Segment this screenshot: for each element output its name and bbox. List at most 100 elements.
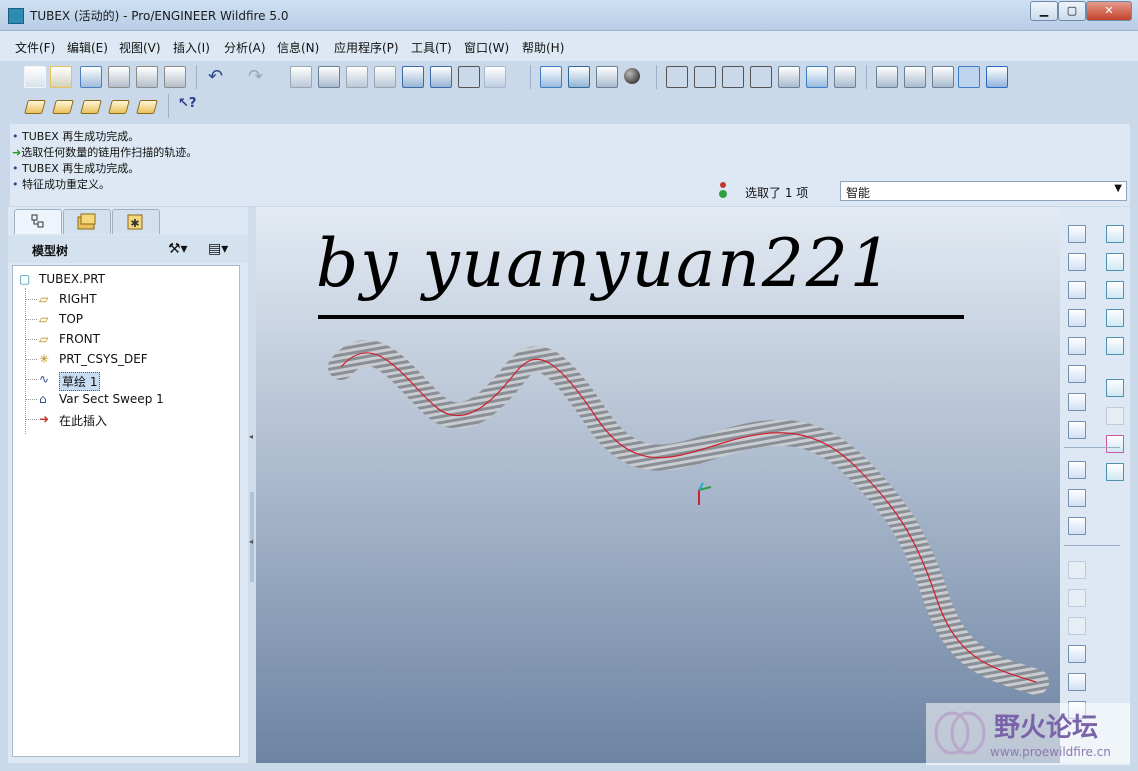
hidden-line-icon[interactable]	[904, 66, 926, 88]
csys-toggle-icon[interactable]	[108, 100, 130, 114]
wireframe-icon[interactable]	[876, 66, 898, 88]
shaded-icon[interactable]	[958, 66, 980, 88]
undo-icon[interactable]: ↶	[208, 66, 228, 87]
tab-model-tree[interactable]	[14, 209, 62, 234]
orient-icon[interactable]	[596, 66, 618, 88]
show-menu-icon[interactable]: ▤▾	[208, 241, 228, 257]
zoom-out-icon[interactable]	[694, 66, 716, 88]
round-icon[interactable]	[1068, 645, 1086, 663]
tree-item[interactable]: ∿ 草绘 1	[13, 370, 233, 391]
chamfer-icon[interactable]	[1068, 673, 1086, 691]
tree-item[interactable]: ⌂ Var Sect Sweep 1	[13, 390, 233, 408]
hole-disabled-icon[interactable]	[1068, 617, 1086, 635]
menu-tools[interactable]: 工具(T)	[411, 39, 452, 56]
reorient-icon[interactable]	[750, 66, 772, 88]
menu-view[interactable]: 视图(V)	[119, 39, 161, 56]
panel-splitter[interactable]: ◂ ◂	[248, 207, 256, 763]
save-icon[interactable]	[80, 66, 102, 88]
open-icon[interactable]	[50, 66, 72, 88]
menu-info[interactable]: 信息(N)	[277, 39, 319, 56]
quick-print-icon[interactable]	[164, 66, 186, 88]
find-icon[interactable]	[458, 66, 480, 88]
tree-item[interactable]: ✳ PRT_CSYS_DEF	[13, 350, 233, 368]
csys-tool-icon[interactable]	[1068, 365, 1086, 383]
datum-point-tool-icon[interactable]	[1068, 337, 1086, 355]
copy-feature-icon[interactable]	[1068, 489, 1086, 507]
menu-help[interactable]: 帮助(H)	[522, 39, 564, 56]
tab-folder-browser[interactable]	[63, 209, 111, 234]
enhanced-realism-icon[interactable]	[986, 66, 1008, 88]
menu-analysis[interactable]: 分析(A)	[224, 39, 266, 56]
repaint-icon[interactable]	[540, 66, 562, 88]
merge-disabled-icon[interactable]	[1106, 407, 1124, 425]
tree-item[interactable]: ▢ TUBEX.PRT	[13, 270, 233, 288]
datum-point-toggle-icon[interactable]	[80, 100, 102, 114]
minimize-button[interactable]: ▁	[1030, 1, 1058, 21]
refit-icon[interactable]	[722, 66, 744, 88]
regenerate-icon[interactable]	[402, 66, 424, 88]
layers-icon[interactable]	[806, 66, 828, 88]
graphics-viewport[interactable]: by yuanyuan221	[256, 207, 1060, 763]
saved-views-icon[interactable]	[778, 66, 800, 88]
paste-special-icon[interactable]	[374, 66, 396, 88]
tree-item[interactable]: ▱ RIGHT	[13, 290, 233, 308]
close-button[interactable]: ✕	[1086, 1, 1132, 21]
context-help-icon[interactable]: ↖?	[178, 96, 198, 116]
menu-insert[interactable]: 插入(I)	[173, 39, 210, 56]
pattern-disabled-icon[interactable]	[1068, 561, 1086, 579]
menu-file[interactable]: 文件(F)	[15, 39, 55, 56]
mirror-icon[interactable]	[1106, 379, 1124, 397]
redo-icon[interactable]: ↷	[248, 66, 268, 87]
watermark-url: www.proewildfire.cn	[990, 745, 1111, 759]
blend-icon[interactable]	[1106, 309, 1124, 327]
tree-connector	[25, 419, 37, 420]
select-box-icon[interactable]	[484, 66, 506, 88]
datum-plane-toggle-icon[interactable]	[24, 100, 46, 114]
trim-icon[interactable]	[1106, 435, 1124, 453]
pattern-table-icon[interactable]	[1106, 463, 1124, 481]
cut-icon[interactable]	[290, 66, 312, 88]
sweep-tool-icon[interactable]	[1106, 281, 1124, 299]
csys-triad-icon	[698, 482, 712, 505]
sketch-tool-icon[interactable]	[1068, 225, 1086, 243]
tree-item[interactable]: ➜ 在此插入	[13, 410, 233, 428]
datum-axis-tool-icon[interactable]	[1068, 281, 1086, 299]
analysis-tool-icon[interactable]	[1068, 393, 1086, 411]
watermark-title: 野火论坛	[994, 713, 1099, 743]
extrude-icon[interactable]	[1106, 225, 1124, 243]
shading-icon[interactable]	[624, 68, 640, 84]
tree-item[interactable]: ▱ TOP	[13, 310, 233, 328]
tube-body[interactable]	[328, 339, 1049, 695]
datum-axis-toggle-icon[interactable]	[52, 100, 74, 114]
datum-feature-icon[interactable]	[1068, 421, 1086, 439]
settings-icon[interactable]: ⚒▾	[168, 241, 188, 257]
print-icon[interactable]	[108, 66, 130, 88]
tab-favorites[interactable]: ✱	[112, 209, 160, 234]
copy-icon[interactable]	[318, 66, 340, 88]
boundary-blend-disabled-icon[interactable]	[1068, 589, 1086, 607]
datum-plane-icon: ▱	[39, 332, 49, 346]
menu-window[interactable]: 窗口(W)	[464, 39, 509, 56]
paste-icon[interactable]	[346, 66, 368, 88]
datum-plane-tool-icon[interactable]	[1068, 253, 1086, 271]
featureops-icon[interactable]	[1068, 461, 1086, 479]
selection-filter-select[interactable]: 智能 ▼	[840, 181, 1127, 201]
maximize-button[interactable]: ▢	[1058, 1, 1086, 21]
tree-item[interactable]: ▱ FRONT	[13, 330, 233, 348]
print-preview-icon[interactable]	[136, 66, 158, 88]
new-icon[interactable]	[24, 66, 46, 88]
menu-applications[interactable]: 应用程序(P)	[334, 39, 399, 56]
style-icon[interactable]	[1106, 337, 1124, 355]
view-manager-icon[interactable]	[834, 66, 856, 88]
move-feature-icon[interactable]	[1068, 517, 1086, 535]
menu-edit[interactable]: 编辑(E)	[67, 39, 108, 56]
zoom-in-icon[interactable]	[666, 66, 688, 88]
revolve-icon[interactable]	[1106, 253, 1124, 271]
no-hidden-icon[interactable]	[932, 66, 954, 88]
tree-trunk	[25, 288, 26, 434]
annotation-toggle-icon[interactable]	[136, 100, 158, 114]
regen-manager-icon[interactable]	[430, 66, 452, 88]
handwriting-annotation: by yuanyuan221	[316, 225, 894, 302]
datum-curve-tool-icon[interactable]	[1068, 309, 1086, 327]
spin-center-icon[interactable]	[568, 66, 590, 88]
